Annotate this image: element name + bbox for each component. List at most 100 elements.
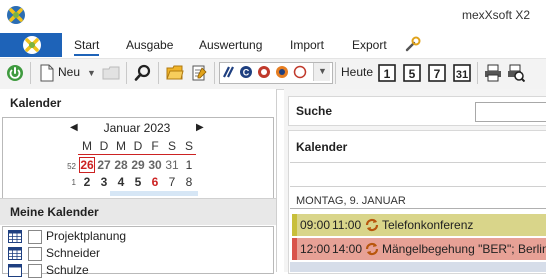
calendar-checkbox[interactable]	[28, 247, 42, 261]
c-badge-icon[interactable]: C	[239, 65, 253, 79]
calendar-grid-icon	[8, 247, 22, 260]
calendar-day[interactable]: 28	[114, 158, 128, 172]
calendar-name: Schneider	[46, 246, 101, 260]
search-label: Suche	[296, 104, 333, 118]
calendar-day[interactable]: 27	[97, 158, 111, 172]
calendar-name: Projektplanung	[46, 229, 127, 243]
svg-text:5: 5	[409, 67, 416, 81]
calendar-day[interactable]: 29	[131, 158, 145, 172]
calendar-name: Schulze	[46, 263, 89, 277]
calendar-day[interactable]: 4	[114, 175, 128, 189]
calendar-day[interactable]: 6	[148, 175, 162, 189]
week-number: 1	[71, 178, 76, 187]
folder-open-icon[interactable]	[166, 64, 184, 82]
appointment-color-bar	[292, 238, 297, 260]
recurrence-icon	[365, 218, 379, 232]
next-month-button[interactable]: ▶	[196, 122, 204, 133]
calendar-day[interactable]: 30	[148, 158, 162, 172]
new-document-icon[interactable]	[38, 64, 56, 82]
calendar-grid-icon	[8, 230, 22, 243]
my-calendars-title: Meine Kalender	[10, 205, 99, 219]
app-logo-icon	[23, 36, 41, 54]
tab-auswertung[interactable]: Auswertung	[199, 38, 262, 52]
calendar-panel-title: Kalender	[296, 140, 348, 154]
divider	[290, 162, 546, 163]
slash-filter-icon[interactable]	[221, 65, 235, 79]
chevron-down-icon[interactable]: ▼	[87, 68, 96, 78]
print-icon[interactable]	[484, 64, 502, 82]
svg-text:C: C	[243, 68, 250, 78]
calendar-section-title: Kalender	[10, 96, 62, 110]
notepad-edit-icon[interactable]	[190, 64, 208, 82]
wrench-icon[interactable]	[404, 35, 422, 53]
appointment-color-bar	[292, 214, 297, 236]
day-header: MONTAG, 9. JANUAR	[296, 195, 406, 207]
day-view-icon[interactable]: 1	[378, 64, 396, 82]
divider	[290, 186, 546, 187]
svg-text:7: 7	[434, 67, 441, 81]
calendar-list	[2, 226, 274, 274]
filter-dropdown-button[interactable]: ▼	[313, 63, 330, 81]
tab-export[interactable]: Export	[352, 38, 387, 52]
recurrence-icon	[365, 242, 379, 256]
calendar-checkbox[interactable]	[28, 264, 42, 278]
file-menu-button[interactable]	[0, 33, 62, 57]
appointment-start: 09:00	[300, 218, 331, 232]
weekday-label: M	[82, 139, 92, 153]
toolbar-separator	[214, 62, 215, 84]
toolbar-separator	[335, 62, 336, 84]
new-button[interactable]: Neu	[58, 65, 80, 79]
app-logo-icon[interactable]	[6, 5, 26, 25]
c-orange-badge-icon[interactable]	[275, 65, 289, 79]
appointment-end: 11:00	[332, 218, 362, 232]
calendar-day[interactable]: 8	[182, 175, 196, 189]
c-red-badge-icon[interactable]	[257, 65, 271, 79]
calendar-grid-icon	[8, 264, 22, 277]
chevron-down-icon: ▼	[318, 66, 327, 76]
weekday-divider	[78, 154, 196, 155]
week-view-icon[interactable]: 7	[428, 64, 446, 82]
month-view-icon[interactable]: 31	[453, 64, 471, 82]
weekday-label: D	[99, 139, 109, 153]
svg-text:1: 1	[384, 67, 391, 81]
calendar-day[interactable]: 1	[182, 158, 196, 172]
appointment[interactable]: 12:00 14:00 Mängelbegehung "BER"; Berlin	[292, 238, 546, 260]
week-number: 52	[67, 162, 76, 171]
search-input[interactable]	[475, 102, 546, 122]
svg-text:31: 31	[456, 69, 468, 81]
appointment-title: Mängelbegehung "BER"; Berlin	[382, 242, 546, 256]
tab-start[interactable]: Start	[74, 38, 100, 56]
today-button[interactable]: Heute	[341, 65, 373, 79]
weekday-label: S	[184, 139, 193, 153]
selected-week-highlight	[110, 191, 198, 196]
search-icon[interactable]	[134, 64, 152, 82]
appointment-start: 12:00	[300, 242, 331, 256]
toolbar-separator	[158, 62, 159, 84]
calendar-day[interactable]: 2	[80, 175, 94, 189]
c-outline-badge-icon[interactable]	[293, 65, 307, 79]
weekday-label: F	[151, 139, 159, 153]
divider	[290, 208, 546, 209]
power-icon[interactable]	[6, 64, 24, 82]
previous-month-button[interactable]: ◀	[70, 122, 78, 133]
weekday-label: D	[133, 139, 143, 153]
appointment-end: 14:00	[332, 242, 363, 256]
appointment-area-background	[290, 262, 546, 272]
tab-import[interactable]: Import	[290, 38, 324, 52]
calendar-day[interactable]: 5	[131, 175, 145, 189]
workweek-view-icon[interactable]: 5	[403, 64, 421, 82]
appointment-title: Telefonkonferenz	[382, 218, 474, 232]
calendar-day[interactable]: 7	[165, 175, 179, 189]
toolbar-separator	[477, 62, 478, 84]
calendar-day[interactable]: 3	[97, 175, 111, 189]
toolbar-separator	[30, 62, 31, 84]
app-title: mexXsoft X2	[461, 8, 530, 22]
calendar-day[interactable]: 26	[79, 157, 95, 173]
print-preview-icon[interactable]	[507, 64, 525, 82]
calendar-day[interactable]: 31	[165, 158, 179, 172]
calendar-checkbox[interactable]	[28, 230, 42, 244]
appointment[interactable]: 09:00 11:00 Telefonkonferenz	[292, 214, 546, 236]
toolbar-separator	[126, 62, 127, 84]
weekday-label: S	[167, 139, 176, 153]
tab-ausgabe[interactable]: Ausgabe	[126, 38, 173, 52]
